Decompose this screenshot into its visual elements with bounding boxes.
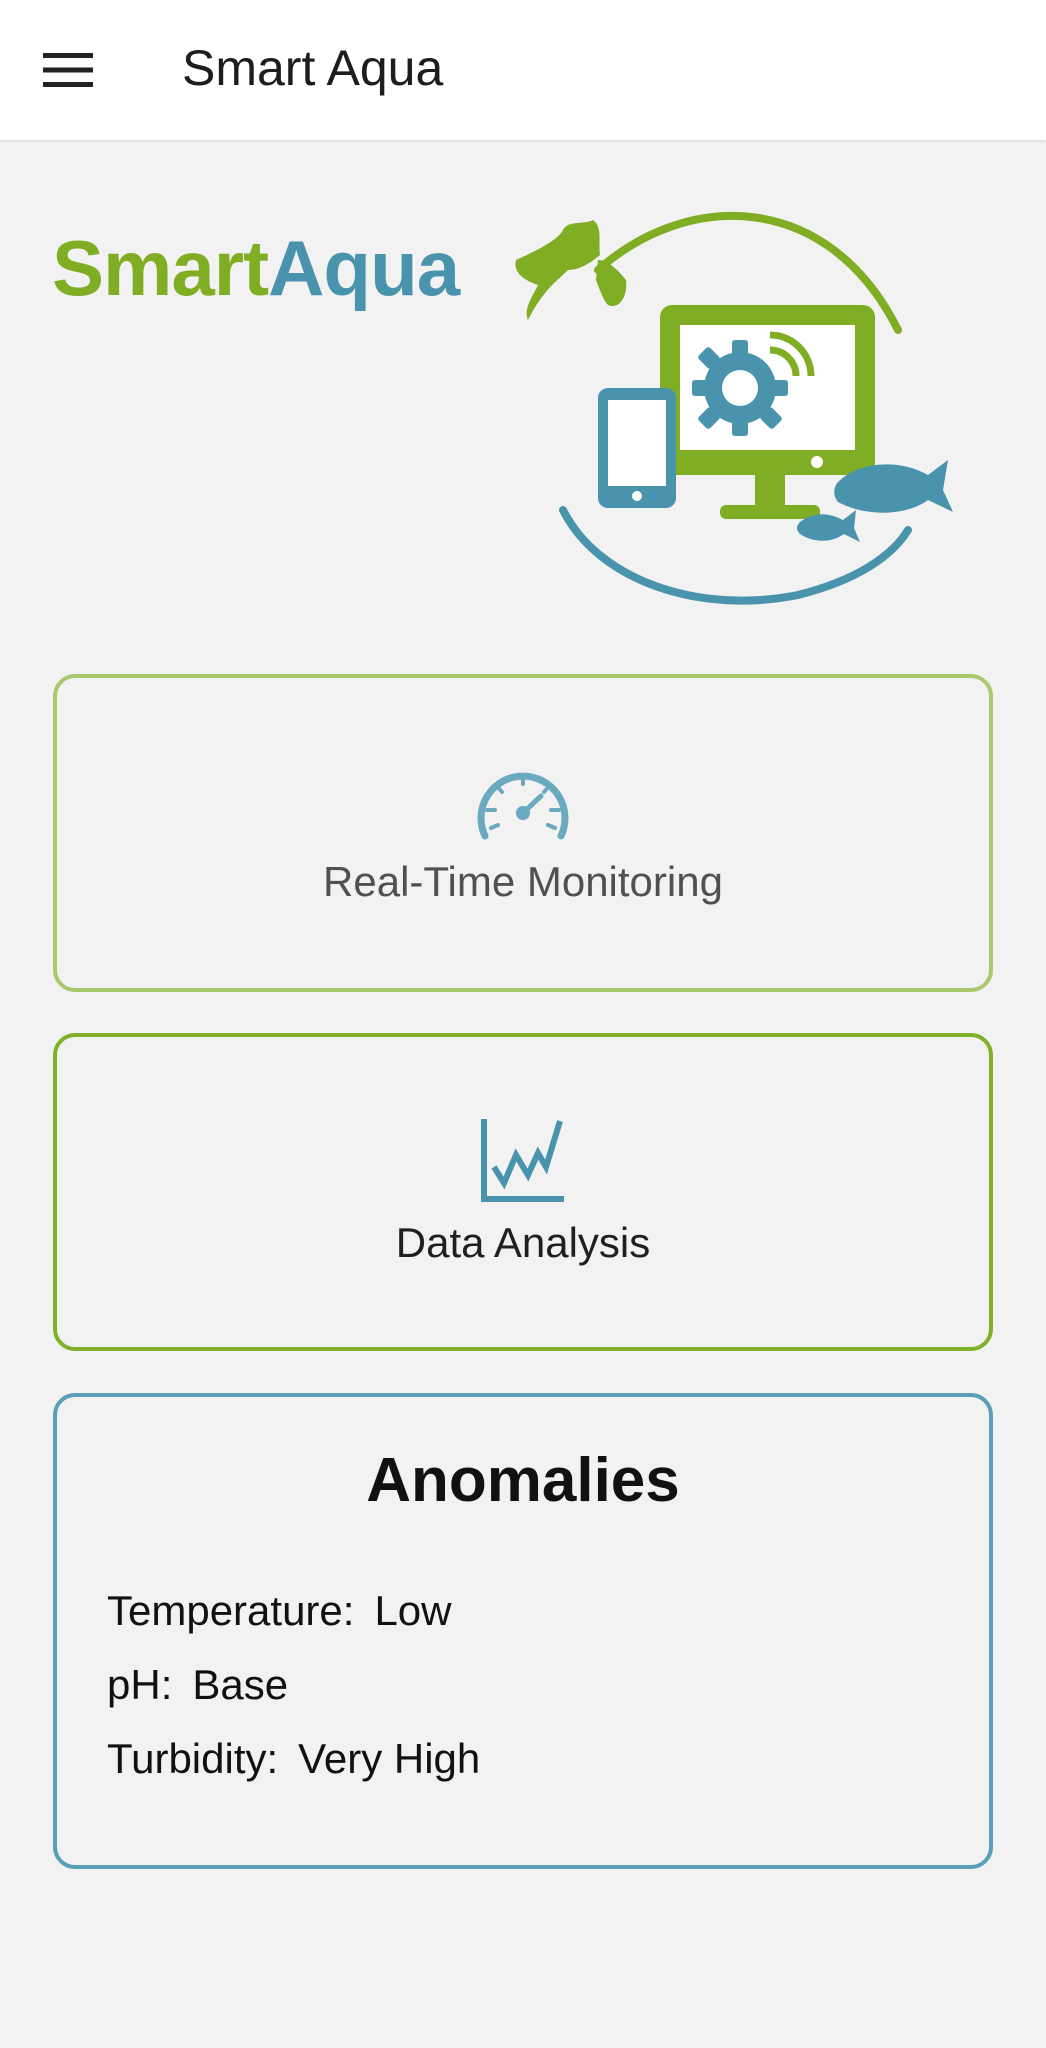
anomaly-value: Low xyxy=(374,1587,452,1634)
anomaly-value: Base xyxy=(192,1661,289,1708)
anomaly-label: Turbidity: xyxy=(107,1735,279,1782)
anomalies-title: Anomalies xyxy=(366,1446,680,1515)
hamburger-menu-icon xyxy=(43,53,93,87)
brand-smart-text: Smart xyxy=(52,224,269,312)
anomaly-turbidity: Turbidity: Very High xyxy=(107,1735,480,1783)
real-time-monitoring-label: Real-Time Monitoring xyxy=(323,858,723,905)
anomaly-temperature: Temperature: Low xyxy=(107,1587,452,1635)
blue-arc xyxy=(559,506,912,605)
app-title: Smart Aqua xyxy=(182,40,444,96)
anomaly-label: Temperature: xyxy=(107,1587,355,1634)
data-analysis-card[interactable]: Data Analysis xyxy=(53,1033,993,1351)
leaf-icon xyxy=(515,220,627,320)
brand-wordmark: SmartAqua xyxy=(52,218,460,318)
real-time-monitoring-card[interactable]: Real-Time Monitoring xyxy=(53,674,993,992)
anomaly-label: pH: xyxy=(107,1661,173,1708)
app-bar: Smart Aqua xyxy=(0,0,1046,140)
brand-aqua-text: Aqua xyxy=(268,224,460,312)
anomaly-value: Very High xyxy=(298,1735,481,1782)
anomalies-card: Anomalies Temperature: Low pH: Base Turbid… xyxy=(53,1393,993,1869)
data-analysis-label: Data Analysis xyxy=(395,1219,651,1266)
menu-button[interactable] xyxy=(36,40,100,100)
brand-logo xyxy=(515,211,953,605)
smartphone-icon xyxy=(598,388,676,508)
line-chart-icon xyxy=(481,1119,564,1202)
speedometer-icon xyxy=(477,772,569,840)
anomaly-ph: pH: Base xyxy=(107,1661,288,1709)
